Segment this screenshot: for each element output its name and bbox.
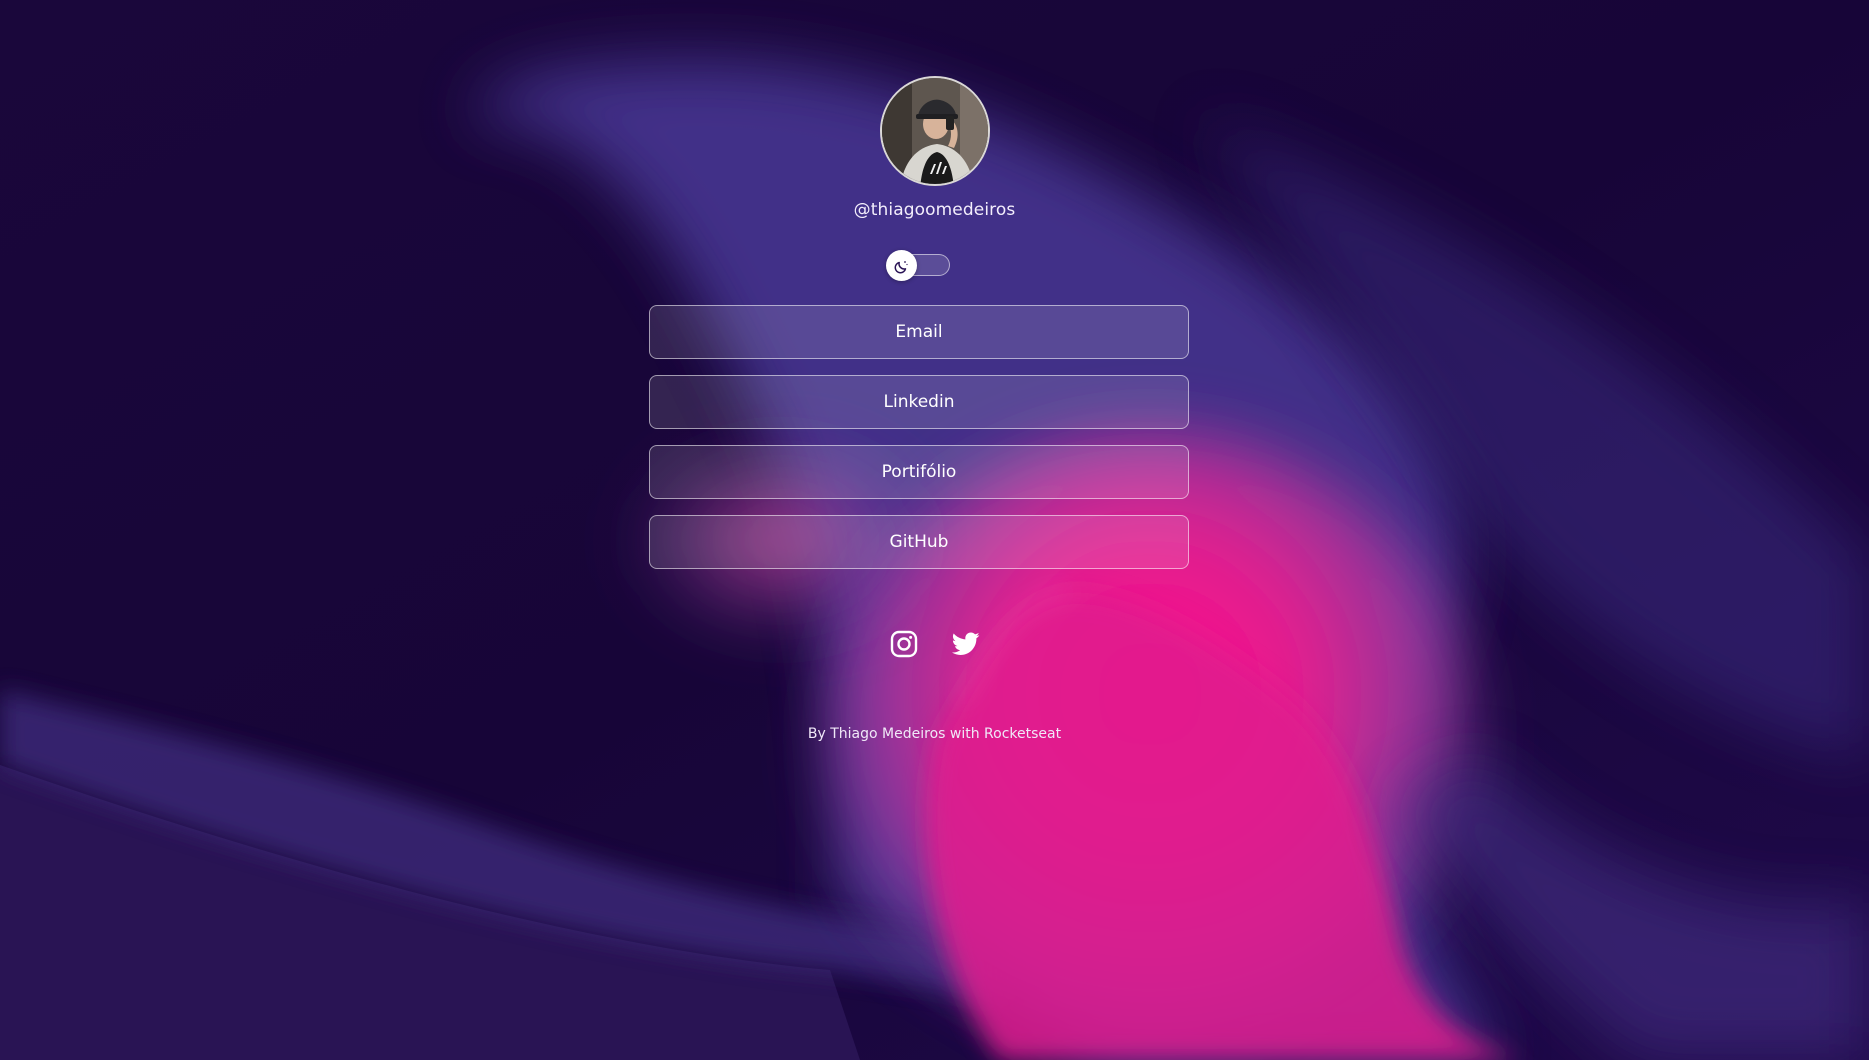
username: @thiagoomedeiros bbox=[853, 200, 1016, 220]
github-link-button[interactable]: GitHub bbox=[649, 515, 1189, 569]
email-link-button[interactable]: Email bbox=[649, 305, 1189, 359]
instagram-icon bbox=[890, 630, 917, 658]
avatar bbox=[879, 76, 990, 186]
portfolio-link-button[interactable]: Portifólio bbox=[649, 445, 1189, 499]
switch-knob[interactable] bbox=[886, 250, 917, 281]
linkedin-link-button[interactable]: Linkedin bbox=[649, 375, 1189, 429]
theme-toggle-switch[interactable] bbox=[886, 250, 952, 281]
social-links bbox=[0, 630, 1869, 658]
page-container: @thiagoomedeiros Email Linkedin Portifól… bbox=[0, 0, 1869, 1060]
twitter-link[interactable] bbox=[951, 630, 980, 658]
profile-section: @thiagoomedeiros bbox=[0, 76, 1869, 220]
instagram-link[interactable] bbox=[890, 630, 918, 658]
footer-credit: By Thiago Medeiros with Rocketseat bbox=[807, 726, 1062, 742]
moon-icon bbox=[894, 260, 908, 273]
twitter-icon bbox=[951, 632, 980, 655]
links-list: Email Linkedin Portifólio GitHub bbox=[649, 305, 1189, 569]
